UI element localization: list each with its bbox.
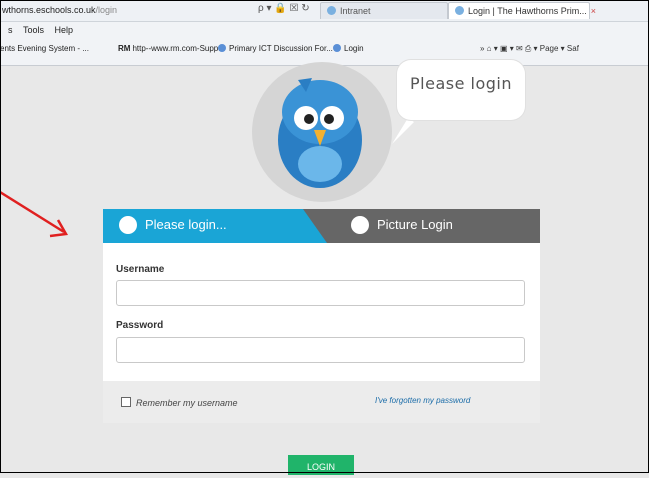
site-favicon-icon bbox=[455, 6, 464, 15]
remember-label: Remember my username bbox=[136, 398, 238, 408]
favorite-label: Login bbox=[344, 44, 364, 53]
ie-icon bbox=[333, 44, 341, 52]
address-domain: wthorns.eschools.co.uk bbox=[2, 5, 96, 15]
close-tab-icon[interactable]: × bbox=[591, 6, 596, 16]
favorite-label: http--www.rm.com-Supp... bbox=[132, 44, 225, 53]
speech-tail bbox=[392, 118, 414, 144]
password-label: Password bbox=[116, 320, 164, 331]
address-path: /login bbox=[95, 5, 118, 15]
key-icon bbox=[119, 216, 137, 234]
favorite-link-rm[interactable]: RM http--www.rm.com-Supp... bbox=[118, 40, 225, 58]
username-field[interactable] bbox=[116, 280, 525, 306]
menu-item[interactable]: s bbox=[8, 25, 13, 35]
tab-label: Login | The Hawthorns Prim... bbox=[468, 6, 587, 16]
login-tabs: Picture Login Please login... bbox=[103, 209, 540, 243]
browser-tab-intranet[interactable]: Intranet bbox=[320, 2, 448, 19]
ie-icon bbox=[327, 6, 336, 15]
speech-bubble: Please login bbox=[397, 60, 525, 120]
address-bar[interactable]: wthorns.eschools.co.uk/login bbox=[0, 2, 257, 18]
tab-label: Intranet bbox=[340, 6, 371, 16]
speech-text: Please login bbox=[410, 74, 512, 93]
menu-item-tools[interactable]: Tools bbox=[23, 25, 44, 35]
rm-icon: RM bbox=[118, 44, 131, 53]
annotation-arrow-icon bbox=[0, 190, 69, 238]
tab-picture-login[interactable]: Picture Login bbox=[303, 209, 540, 243]
tab-picture-label: Picture Login bbox=[377, 217, 453, 232]
favorite-link[interactable]: ents Evening System - ... bbox=[0, 40, 89, 58]
tab-password-login[interactable]: Please login... bbox=[103, 209, 303, 243]
ie-icon bbox=[218, 44, 226, 52]
username-label: Username bbox=[116, 264, 165, 275]
browser-tab-login[interactable]: Login | The Hawthorns Prim... × bbox=[448, 2, 596, 19]
password-field[interactable] bbox=[116, 337, 525, 363]
browser-chrome: wthorns.eschools.co.uk/login ρ ▾ 🔒 ☒ ↻ I… bbox=[0, 0, 649, 66]
login-form: Username Password bbox=[103, 243, 540, 381]
login-button[interactable]: LOGIN bbox=[288, 455, 354, 475]
command-bar[interactable]: » ⌂ ▾ ▣ ▾ ✉ ⎙ ▾ Page ▾ Saf bbox=[480, 40, 579, 58]
address-bar-icons[interactable]: ρ ▾ 🔒 ☒ ↻ bbox=[258, 3, 310, 14]
remember-checkbox[interactable] bbox=[121, 397, 131, 407]
forgot-password-link[interactable]: I've forgotten my password bbox=[375, 396, 470, 405]
tab-login-label: Please login... bbox=[145, 217, 227, 232]
bird-mascot-icon bbox=[278, 78, 362, 188]
favorite-link-login[interactable]: Login bbox=[333, 40, 364, 58]
favorite-link-ict[interactable]: Primary ICT Discussion For... bbox=[218, 40, 333, 58]
menu-item-help[interactable]: Help bbox=[55, 25, 74, 35]
favorite-label: Primary ICT Discussion For... bbox=[229, 44, 333, 53]
tab-divider bbox=[303, 209, 327, 243]
picture-icon bbox=[351, 216, 369, 234]
menu-bar: s Tools Help bbox=[0, 22, 73, 38]
address-row: wthorns.eschools.co.uk/login ρ ▾ 🔒 ☒ ↻ I… bbox=[0, 0, 649, 22]
login-footer: Remember my username I've forgotten my p… bbox=[103, 381, 540, 423]
remember-username[interactable]: Remember my username bbox=[121, 397, 238, 408]
